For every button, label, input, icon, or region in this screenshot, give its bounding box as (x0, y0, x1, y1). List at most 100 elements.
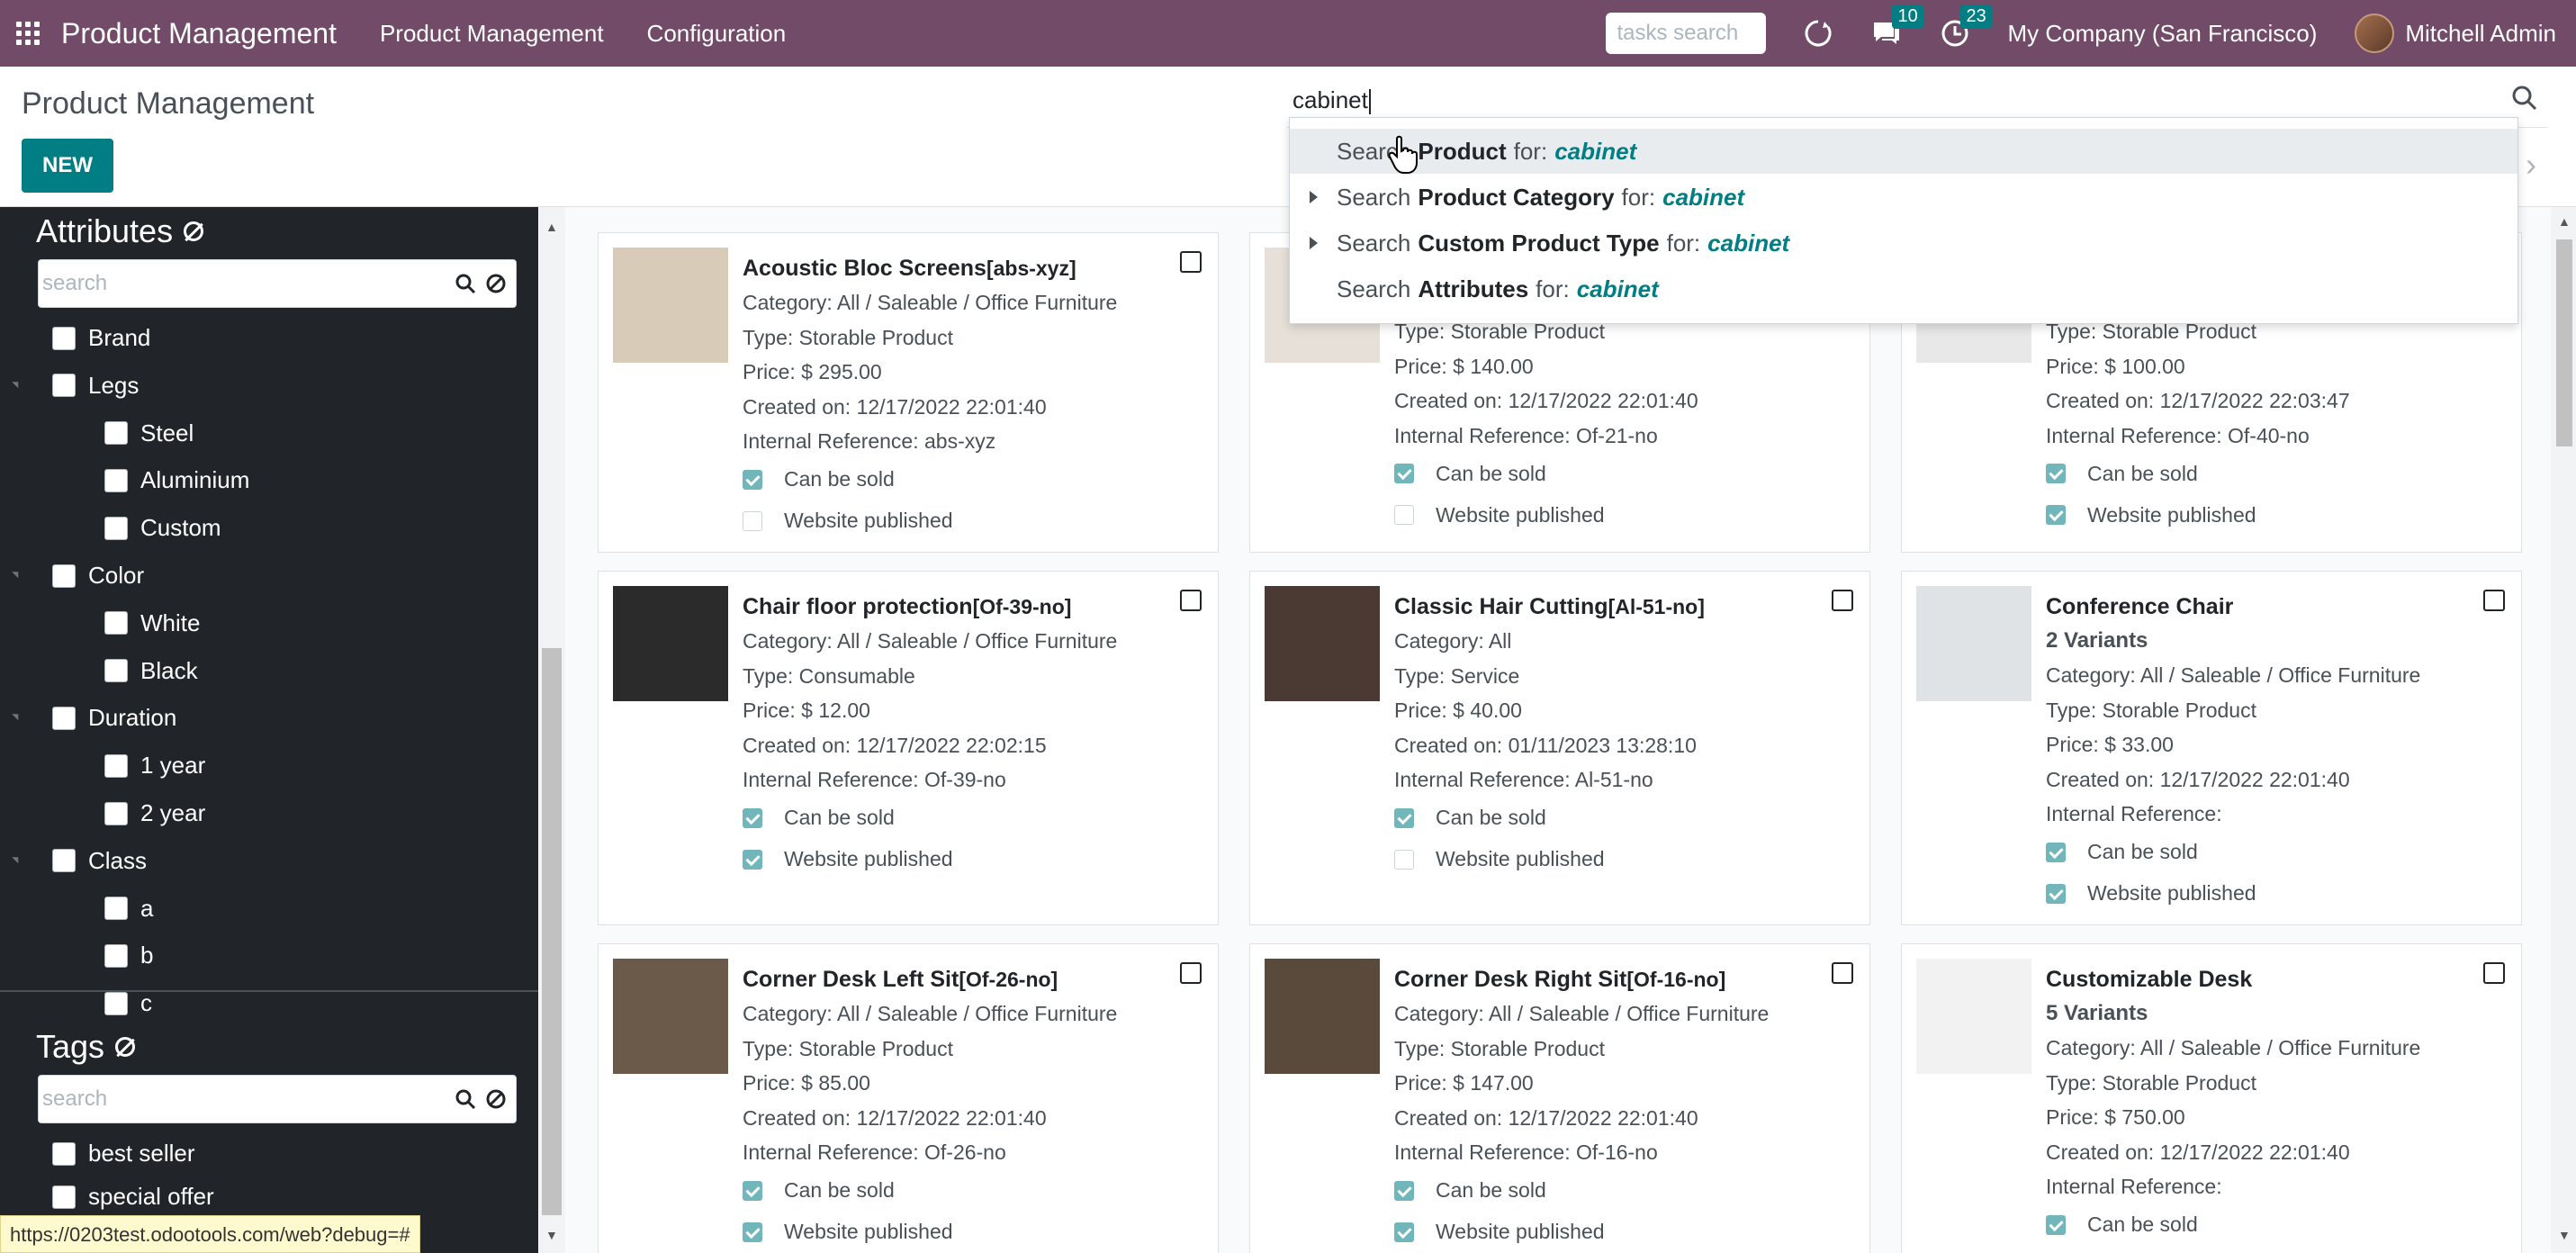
filter-checkbox[interactable] (104, 659, 128, 683)
can-be-sold-checkbox[interactable] (1394, 1180, 1414, 1201)
sidebar-scrollbar[interactable]: ▲ ▼ (538, 207, 565, 1253)
filter-checkbox[interactable] (104, 468, 128, 492)
scroll-down-icon[interactable]: ▼ (2558, 1228, 2571, 1242)
website-published-checkbox[interactable] (1394, 505, 1414, 525)
search-option-attributes[interactable]: Search Attributes for: cabinet (1290, 266, 2517, 311)
can-be-sold-checkbox[interactable] (2046, 842, 2066, 862)
can-be-sold-checkbox[interactable] (2046, 1214, 2066, 1235)
search-option-product-category[interactable]: Search Product Category for: cabinet (1290, 175, 2517, 220)
attribute-filter-item[interactable]: Custom (104, 514, 221, 542)
can-be-sold-checkbox[interactable] (743, 807, 762, 828)
app-brand[interactable]: Product Management (61, 17, 337, 50)
website-published-checkbox[interactable] (1394, 849, 1414, 870)
attribute-filter-item[interactable]: 1 year (104, 752, 205, 780)
filter-checkbox[interactable] (104, 991, 128, 1015)
attribute-filter-item[interactable]: Steel (104, 419, 194, 447)
filter-checkbox[interactable] (52, 1185, 76, 1209)
card-select-checkbox[interactable] (1832, 590, 1853, 611)
search-option-custom-product-type[interactable]: Search Custom Product Type for: cabinet (1290, 221, 2517, 266)
filter-checkbox[interactable] (104, 516, 128, 540)
tree-expand-icon[interactable] (12, 711, 22, 721)
tasks-search-input[interactable] (1606, 13, 1767, 54)
search-input[interactable]: cabinet (1293, 86, 1371, 115)
pager-next-icon[interactable]: › (2526, 146, 2536, 184)
search-icon[interactable] (455, 273, 476, 299)
user-avatar[interactable] (2355, 14, 2395, 53)
search-icon[interactable] (455, 1088, 476, 1114)
apps-grid-icon[interactable] (16, 22, 40, 45)
attribute-filter-item[interactable]: c (104, 989, 152, 1017)
card-select-checkbox[interactable] (2483, 590, 2505, 611)
attribute-filter-item[interactable]: Class (12, 847, 147, 875)
scroll-up-icon[interactable]: ▲ (2558, 214, 2571, 229)
filter-checkbox[interactable] (52, 849, 76, 873)
attribute-filter-item[interactable]: White (104, 609, 200, 637)
tree-expand-icon[interactable] (12, 568, 22, 579)
filter-checkbox[interactable] (52, 374, 76, 398)
scroll-down-icon[interactable]: ▼ (545, 1228, 558, 1242)
main-scrollbar[interactable]: ▲ ▼ (2551, 207, 2576, 1253)
filter-checkbox[interactable] (52, 1141, 76, 1166)
attribute-filter-item[interactable]: Color (12, 562, 144, 590)
filter-checkbox[interactable] (104, 897, 128, 921)
product-card[interactable]: Acoustic Bloc Screens[abs-xyz] Category: … (598, 232, 1219, 553)
user-menu[interactable]: Mitchell Admin (2405, 20, 2556, 48)
website-published-checkbox[interactable] (1394, 1221, 1414, 1242)
attribute-filter-item[interactable]: 2 year (104, 799, 205, 827)
product-card[interactable]: Corner Desk Right Sit[Of-16-no] Category:… (1249, 943, 1870, 1253)
product-card[interactable]: Classic Hair Cutting[Al-51-no] Category: … (1249, 571, 1870, 925)
clear-icon[interactable] (485, 273, 507, 299)
filter-checkbox[interactable] (104, 943, 128, 968)
card-select-checkbox[interactable] (1832, 962, 1853, 984)
filter-checkbox[interactable] (104, 801, 128, 825)
menu-product-management[interactable]: Product Management (380, 20, 604, 48)
attributes-search-input[interactable] (39, 260, 417, 307)
product-card[interactable]: Chair floor protection[Of-39-no] Category… (598, 571, 1219, 925)
scroll-up-icon[interactable]: ▲ (545, 220, 558, 234)
tree-expand-icon[interactable] (12, 853, 22, 864)
filter-checkbox[interactable] (104, 753, 128, 778)
clear-icon[interactable] (485, 1088, 507, 1114)
can-be-sold-checkbox[interactable] (743, 1180, 762, 1201)
tag-filter-item[interactable]: best seller (52, 1140, 195, 1167)
product-card[interactable]: Corner Desk Left Sit[Of-26-no] Category: … (598, 943, 1219, 1253)
website-published-checkbox[interactable] (2046, 883, 2066, 904)
website-published-checkbox[interactable] (743, 849, 762, 870)
menu-configuration[interactable]: Configuration (647, 20, 787, 48)
tags-search-input[interactable] (39, 1076, 417, 1122)
can-be-sold-checkbox[interactable] (743, 469, 762, 490)
tree-expand-icon[interactable] (12, 378, 22, 389)
card-select-checkbox[interactable] (1180, 590, 1202, 611)
can-be-sold-checkbox[interactable] (1394, 807, 1414, 828)
chat-icon[interactable]: 10 (1870, 5, 1923, 50)
attribute-filter-item[interactable]: b (104, 942, 153, 969)
clear-tags-icon[interactable] (115, 1037, 136, 1057)
attribute-filter-item[interactable]: Brand (52, 324, 150, 352)
product-card[interactable]: Customizable Desk 5 Variants Category: All… (1901, 943, 2522, 1253)
expand-caret-icon[interactable] (1310, 237, 1318, 249)
card-select-checkbox[interactable] (2483, 962, 2505, 984)
tag-filter-item[interactable]: special offer (52, 1183, 214, 1211)
company-switcher[interactable]: My Company (San Francisco) (2007, 20, 2317, 48)
filter-checkbox[interactable] (104, 611, 128, 636)
refresh-icon[interactable] (1802, 17, 1834, 50)
attribute-filter-item[interactable]: Aluminium (104, 466, 249, 494)
website-published-checkbox[interactable] (743, 510, 762, 531)
card-select-checkbox[interactable] (1180, 962, 1202, 984)
attribute-filter-item[interactable]: Duration (12, 704, 176, 732)
main-scroll-thumb[interactable] (2556, 239, 2572, 446)
card-select-checkbox[interactable] (1180, 251, 1202, 273)
attribute-filter-item[interactable]: Legs (12, 372, 139, 400)
can-be-sold-checkbox[interactable] (1394, 464, 1414, 483)
search-icon[interactable] (2511, 85, 2547, 121)
expand-caret-icon[interactable] (1310, 191, 1318, 203)
attribute-filter-item[interactable]: Black (104, 657, 198, 685)
sidebar-scroll-thumb[interactable] (542, 648, 562, 1215)
attributes-search[interactable] (38, 259, 517, 308)
attribute-filter-item[interactable]: a (104, 895, 153, 923)
product-card[interactable]: Conference Chair 2 Variants Category: All … (1901, 571, 2522, 925)
filter-checkbox[interactable] (52, 563, 76, 588)
filter-checkbox[interactable] (104, 421, 128, 446)
website-published-checkbox[interactable] (2046, 505, 2066, 525)
new-button[interactable]: NEW (22, 139, 113, 193)
